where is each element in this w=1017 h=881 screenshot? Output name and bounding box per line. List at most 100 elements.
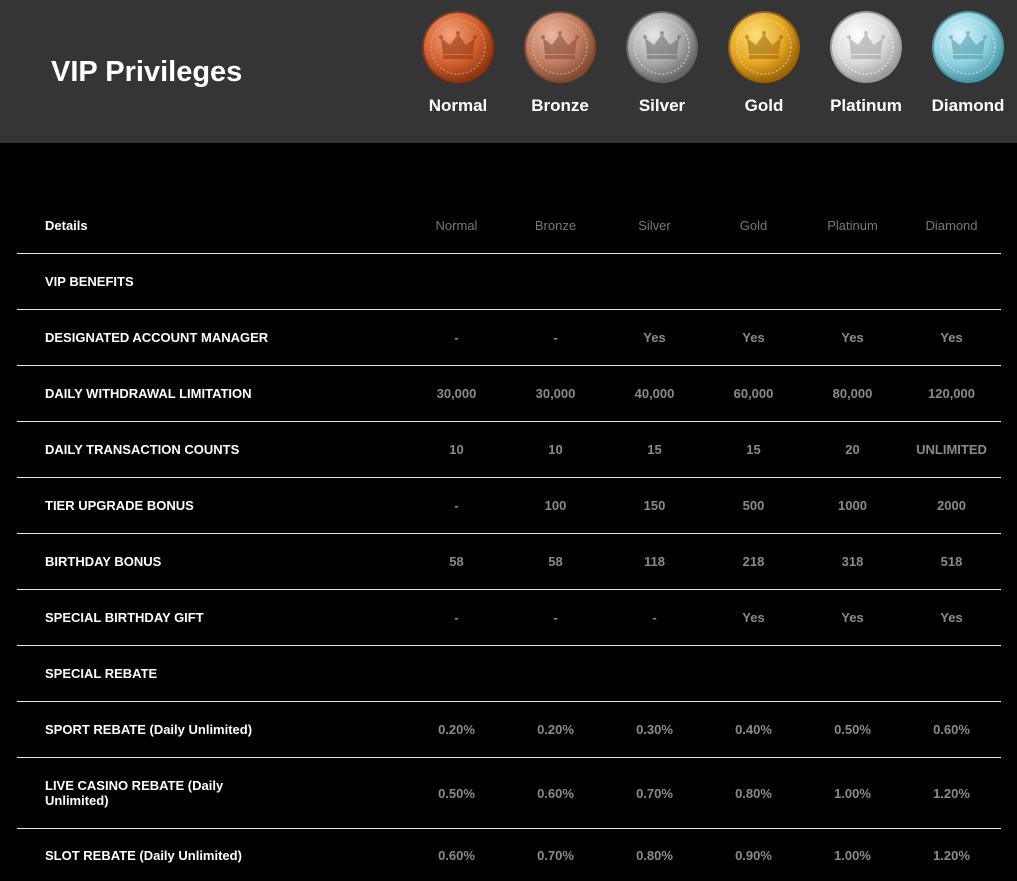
cell-platinum: Yes <box>803 590 902 646</box>
cell-silver: 40,000 <box>605 366 704 422</box>
column-header-details: Details <box>17 198 407 254</box>
cell-silver: Yes <box>605 310 704 366</box>
cell-diamond: 1.20% <box>902 829 1001 881</box>
cell-platinum: 0.50% <box>803 702 902 758</box>
table-header-row: Details Normal Bronze Silver Gold Platin… <box>17 198 1001 254</box>
cell-silver: 0.30% <box>605 702 704 758</box>
cell-gold: 0.90% <box>704 829 803 881</box>
table-row: VIP BENEFITS <box>17 254 1001 310</box>
cell-normal: - <box>407 310 506 366</box>
tier-silver: Silver <box>611 10 713 130</box>
column-header-platinum: Platinum <box>803 198 902 254</box>
cell-normal <box>407 254 506 310</box>
row-label: SPECIAL BIRTHDAY GIFT <box>17 590 407 646</box>
vip-privileges-table: Details Normal Bronze Silver Gold Platin… <box>17 198 1001 881</box>
cell-normal: 0.20% <box>407 702 506 758</box>
tier-name: Diamond <box>917 96 1017 116</box>
cell-bronze: 0.60% <box>506 758 605 829</box>
crown-medal-icon <box>727 10 801 84</box>
cell-bronze: 58 <box>506 534 605 590</box>
cell-normal: 0.50% <box>407 758 506 829</box>
page-header: VIP Privileges NormalBronzeSilverGoldPla… <box>0 0 1017 143</box>
row-label: SPECIAL REBATE <box>17 646 407 702</box>
column-header-gold: Gold <box>704 198 803 254</box>
cell-silver: - <box>605 590 704 646</box>
cell-platinum: 318 <box>803 534 902 590</box>
tier-platinum: Platinum <box>815 10 917 130</box>
cell-normal <box>407 646 506 702</box>
cell-platinum: 80,000 <box>803 366 902 422</box>
tier-name: Gold <box>713 96 815 116</box>
tier-bronze: Bronze <box>509 10 611 130</box>
cell-gold <box>704 254 803 310</box>
tier-name: Bronze <box>509 96 611 116</box>
cell-gold <box>704 646 803 702</box>
row-label: VIP BENEFITS <box>17 254 407 310</box>
cell-diamond: 2000 <box>902 478 1001 534</box>
row-label: DESIGNATED ACCOUNT MANAGER <box>17 310 407 366</box>
cell-gold: 500 <box>704 478 803 534</box>
cell-normal: 30,000 <box>407 366 506 422</box>
cell-platinum <box>803 254 902 310</box>
cell-silver: 0.70% <box>605 758 704 829</box>
vip-table-container: Details Normal Bronze Silver Gold Platin… <box>17 198 1001 881</box>
cell-silver: 0.80% <box>605 829 704 881</box>
table-row: DAILY TRANSACTION COUNTS1010151520UNLIMI… <box>17 422 1001 478</box>
cell-gold: Yes <box>704 590 803 646</box>
cell-bronze <box>506 254 605 310</box>
table-row: SLOT REBATE (Daily Unlimited)0.60%0.70%0… <box>17 829 1001 881</box>
crown-medal-icon <box>931 10 1005 84</box>
cell-normal: - <box>407 590 506 646</box>
cell-diamond <box>902 254 1001 310</box>
cell-gold: 60,000 <box>704 366 803 422</box>
cell-silver: 15 <box>605 422 704 478</box>
cell-gold: 218 <box>704 534 803 590</box>
row-label: DAILY WITHDRAWAL LIMITATION <box>17 366 407 422</box>
cell-diamond: 0.60% <box>902 702 1001 758</box>
table-row: LIVE CASINO REBATE (Daily Unlimited)0.50… <box>17 758 1001 829</box>
table-row: BIRTHDAY BONUS5858118218318518 <box>17 534 1001 590</box>
tier-normal: Normal <box>407 10 509 130</box>
table-row: TIER UPGRADE BONUS-10015050010002000 <box>17 478 1001 534</box>
crown-medal-icon <box>829 10 903 84</box>
tier-name: Silver <box>611 96 713 116</box>
cell-bronze: 0.70% <box>506 829 605 881</box>
cell-normal: 58 <box>407 534 506 590</box>
table-row: DESIGNATED ACCOUNT MANAGER--YesYesYesYes <box>17 310 1001 366</box>
tier-name: Normal <box>407 96 509 116</box>
cell-platinum: 1000 <box>803 478 902 534</box>
crown-medal-icon <box>625 10 699 84</box>
column-header-silver: Silver <box>605 198 704 254</box>
cell-bronze <box>506 646 605 702</box>
cell-gold: 0.40% <box>704 702 803 758</box>
cell-diamond: Yes <box>902 310 1001 366</box>
cell-platinum: Yes <box>803 310 902 366</box>
cell-bronze: 30,000 <box>506 366 605 422</box>
crown-medal-icon <box>523 10 597 84</box>
cell-gold: Yes <box>704 310 803 366</box>
column-header-diamond: Diamond <box>902 198 1001 254</box>
cell-gold: 0.80% <box>704 758 803 829</box>
table-row: SPORT REBATE (Daily Unlimited)0.20%0.20%… <box>17 702 1001 758</box>
crown-medal-icon <box>421 10 495 84</box>
cell-normal: 0.60% <box>407 829 506 881</box>
cell-silver: 118 <box>605 534 704 590</box>
cell-platinum: 20 <box>803 422 902 478</box>
cell-silver: 150 <box>605 478 704 534</box>
cell-platinum: 1.00% <box>803 758 902 829</box>
row-label: SLOT REBATE (Daily Unlimited) <box>17 829 407 881</box>
cell-diamond: 1.20% <box>902 758 1001 829</box>
tier-diamond: Diamond <box>917 10 1017 130</box>
table-row: DAILY WITHDRAWAL LIMITATION30,00030,0004… <box>17 366 1001 422</box>
cell-normal: 10 <box>407 422 506 478</box>
table-row: SPECIAL REBATE <box>17 646 1001 702</box>
cell-bronze: 10 <box>506 422 605 478</box>
column-header-bronze: Bronze <box>506 198 605 254</box>
cell-diamond <box>902 646 1001 702</box>
cell-bronze: 0.20% <box>506 702 605 758</box>
row-label: TIER UPGRADE BONUS <box>17 478 407 534</box>
table-row: SPECIAL BIRTHDAY GIFT---YesYesYes <box>17 590 1001 646</box>
row-label: SPORT REBATE (Daily Unlimited) <box>17 702 407 758</box>
cell-platinum: 1.00% <box>803 829 902 881</box>
page-title: VIP Privileges <box>51 54 242 90</box>
